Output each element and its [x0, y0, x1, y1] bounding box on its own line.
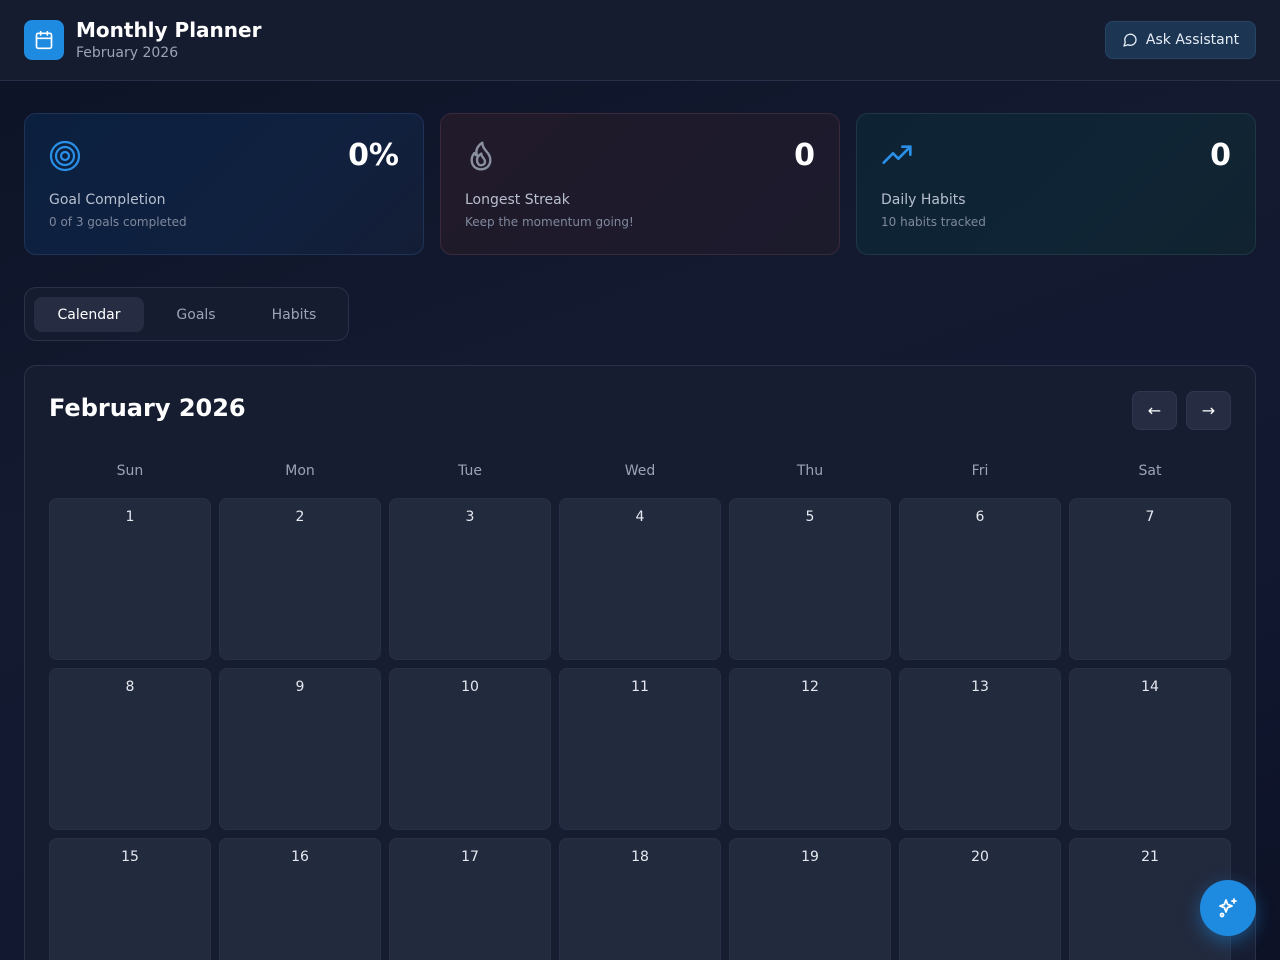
sparkles-icon: [1216, 896, 1240, 920]
calendar-day-cell[interactable]: 13: [899, 668, 1061, 830]
day-number: 10: [461, 679, 479, 695]
app-subtitle: February 2026: [76, 45, 179, 61]
daily-habits-sub: 10 habits tracked: [881, 215, 986, 229]
calendar-day-cell[interactable]: 9: [219, 668, 381, 830]
weekday-sat: Sat: [1138, 463, 1162, 479]
daily-habits-label: Daily Habits: [881, 192, 966, 208]
calendar-day-cell[interactable]: 4: [559, 498, 721, 660]
message-circle-icon: [1122, 32, 1138, 48]
goal-completion-card: 0% Goal Completion 0 of 3 goals complete…: [24, 113, 424, 255]
day-number: 18: [631, 849, 649, 865]
day-number: 20: [971, 849, 989, 865]
goal-completion-value: 0%: [348, 138, 399, 173]
day-number: 21: [1141, 849, 1159, 865]
day-number: 3: [465, 509, 475, 525]
calendar-day-cell[interactable]: 8: [49, 668, 211, 830]
calendar-day-cell[interactable]: 20: [899, 838, 1061, 960]
day-number: 1: [125, 509, 135, 525]
calendar-day-cell[interactable]: 18: [559, 838, 721, 960]
calendar-day-cell[interactable]: 15: [49, 838, 211, 960]
calendar-day-cell[interactable]: 3: [389, 498, 551, 660]
day-number: 19: [801, 849, 819, 865]
longest-streak-value: 0: [794, 138, 815, 173]
calendar-day-cell[interactable]: 10: [389, 668, 551, 830]
day-number: 12: [801, 679, 819, 695]
calendar-day-cell[interactable]: 14: [1069, 668, 1231, 830]
calendar-icon: [24, 20, 64, 60]
view-tabs: Calendar Goals Habits: [24, 287, 349, 341]
day-number: 14: [1141, 679, 1159, 695]
day-number: 13: [971, 679, 989, 695]
calendar-day-cell[interactable]: 17: [389, 838, 551, 960]
day-number: 16: [291, 849, 309, 865]
weekday-thu: Thu: [796, 463, 824, 479]
assistant-fab-button[interactable]: [1200, 880, 1256, 936]
goal-completion-sub: 0 of 3 goals completed: [49, 215, 187, 229]
flame-icon: [465, 140, 497, 172]
day-number: 8: [125, 679, 135, 695]
day-number: 2: [295, 509, 305, 525]
tab-habits[interactable]: Habits: [250, 297, 338, 332]
tab-goals[interactable]: Goals: [152, 297, 240, 332]
weekday-tue: Tue: [458, 463, 482, 479]
calendar-day-cell[interactable]: 2: [219, 498, 381, 660]
tab-calendar[interactable]: Calendar: [34, 297, 144, 332]
weekday-mon: Mon: [285, 463, 315, 479]
weekday-fri: Fri: [971, 463, 989, 479]
longest-streak-card: 0 Longest Streak Keep the momentum going…: [440, 113, 840, 255]
weekday-sun: Sun: [116, 463, 144, 479]
day-number: 15: [121, 849, 139, 865]
day-number: 5: [805, 509, 815, 525]
calendar-day-cell[interactable]: 16: [219, 838, 381, 960]
app-header: Monthly Planner February 2026 Ask Assist…: [0, 0, 1280, 81]
ask-assistant-button[interactable]: Ask Assistant: [1105, 21, 1256, 59]
daily-habits-value: 0: [1210, 138, 1231, 173]
calendar-day-cell[interactable]: 12: [729, 668, 891, 830]
longest-streak-label: Longest Streak: [465, 192, 570, 208]
day-number: 11: [631, 679, 649, 695]
day-number: 17: [461, 849, 479, 865]
weekday-wed: Wed: [624, 463, 656, 479]
ask-assistant-label: Ask Assistant: [1145, 32, 1240, 48]
trending-up-icon: [881, 140, 913, 172]
calendar-month-title: February 2026: [49, 394, 246, 422]
calendar-day-cell[interactable]: 5: [729, 498, 891, 660]
calendar-day-cell[interactable]: 19: [729, 838, 891, 960]
calendar-day-cell[interactable]: 11: [559, 668, 721, 830]
app-title: Monthly Planner: [76, 18, 262, 42]
daily-habits-card: 0 Daily Habits 10 habits tracked: [856, 113, 1256, 255]
target-icon: [49, 140, 81, 172]
next-month-button[interactable]: →: [1186, 391, 1231, 430]
day-number: 7: [1145, 509, 1155, 525]
day-number: 4: [635, 509, 645, 525]
calendar-day-cell[interactable]: 1: [49, 498, 211, 660]
longest-streak-sub: Keep the momentum going!: [465, 215, 634, 229]
calendar-day-cell[interactable]: 6: [899, 498, 1061, 660]
calendar-panel: February 2026 ← → Sun Mon Tue Wed Thu Fr…: [24, 365, 1256, 960]
goal-completion-label: Goal Completion: [49, 192, 166, 208]
day-number: 6: [975, 509, 985, 525]
prev-month-button[interactable]: ←: [1132, 391, 1177, 430]
day-number: 9: [295, 679, 305, 695]
calendar-day-cell[interactable]: 7: [1069, 498, 1231, 660]
